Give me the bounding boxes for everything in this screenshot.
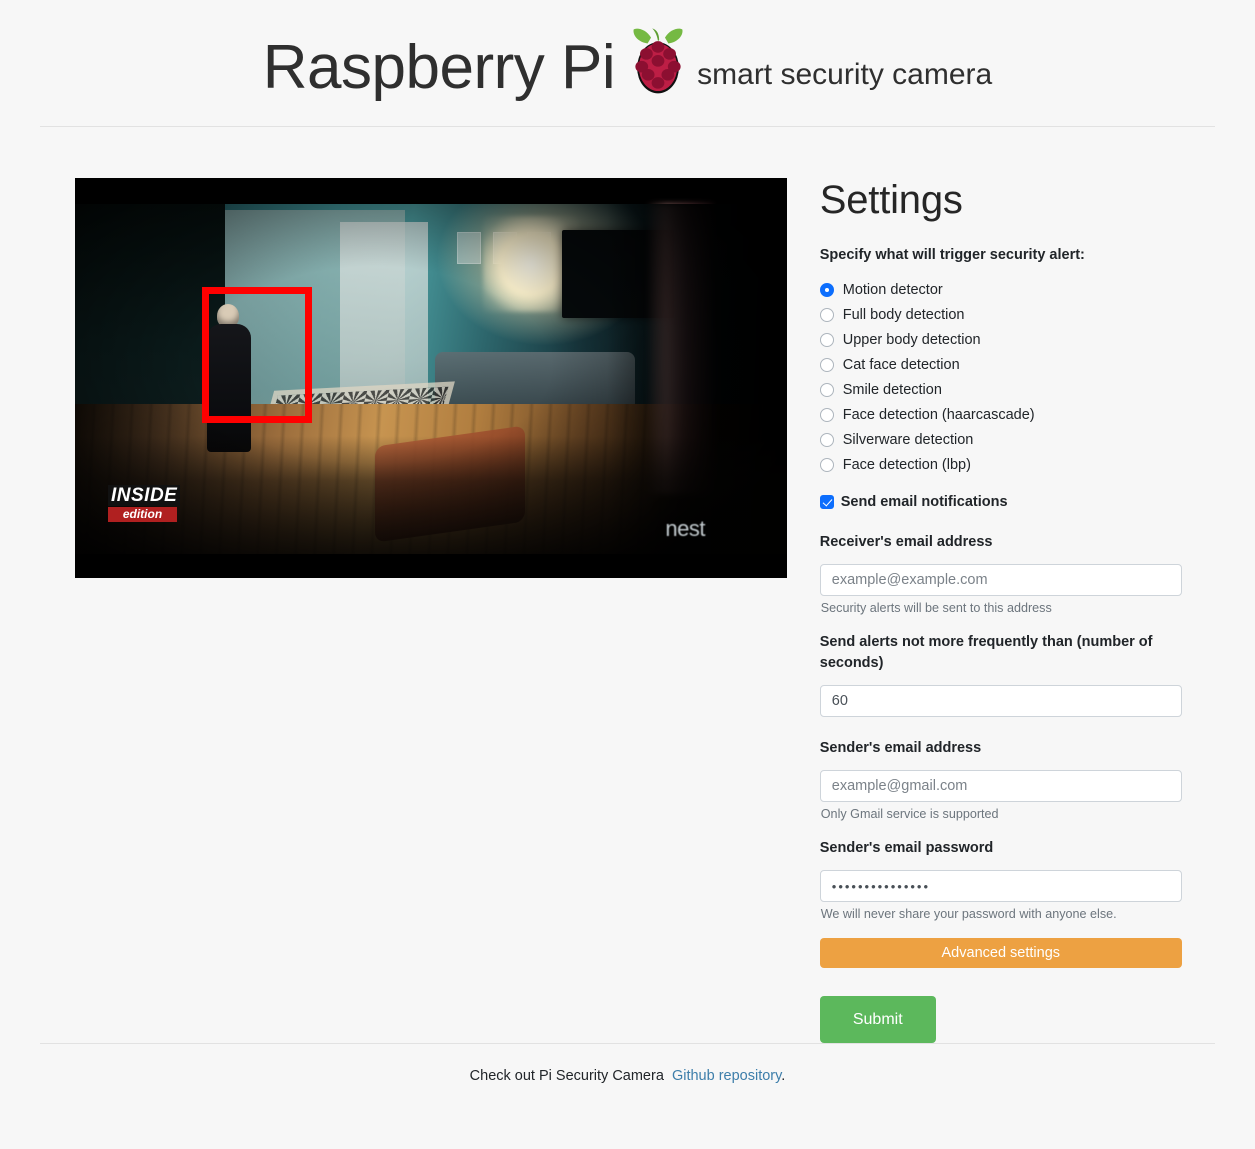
radio-icon[interactable] — [819, 307, 834, 322]
broadcaster-watermark-line1: INSIDE — [108, 485, 181, 506]
radio-icon[interactable] — [819, 432, 834, 447]
radio-option-motion-detector[interactable]: Motion detector — [819, 277, 1215, 302]
page-subtitle: smart security camera — [697, 58, 993, 91]
receiver-email-field — [819, 564, 1215, 597]
receiver-email-label: Receiver's email address — [819, 534, 993, 551]
footer-period: . — [781, 1068, 786, 1084]
radio-label: Motion detector — [842, 281, 943, 298]
page-title: Raspberry Pi — [262, 32, 616, 102]
sender-password-help: We will never share your password with a… — [820, 907, 1117, 922]
sender-email-label: Sender's email address — [819, 740, 982, 757]
trigger-group-label: Specify what will trigger security alert… — [819, 247, 1085, 263]
radio-label: Full body detection — [842, 306, 965, 323]
sender-email-field — [819, 770, 1215, 803]
radio-label: Cat face detection — [842, 356, 960, 373]
sender-email-input[interactable] — [819, 770, 1182, 803]
sender-password-field — [819, 870, 1215, 903]
page-footer: Check out Pi Security Camera Github repo… — [0, 1068, 1255, 1084]
radio-icon[interactable] — [819, 332, 834, 347]
footer-divider — [40, 1043, 1215, 1044]
sender-email-help: Only Gmail service is supported — [820, 807, 999, 822]
settings-column: Settings Specify what will trigger secur… — [797, 178, 1215, 1044]
checkbox-icon[interactable] — [819, 495, 834, 510]
radio-label: Smile detection — [842, 381, 942, 398]
radio-icon[interactable] — [819, 357, 834, 372]
footer-text: Check out Pi Security Camera — [469, 1068, 664, 1084]
header-divider — [40, 126, 1215, 127]
receiver-email-help: Security alerts will be sent to this add… — [820, 601, 1052, 616]
radio-option-face-detection-haarcascade[interactable]: Face detection (haarcascade) — [819, 402, 1215, 427]
radio-icon[interactable] — [819, 282, 834, 297]
radio-option-upper-body-detection[interactable]: Upper body detection — [819, 327, 1215, 352]
radio-option-face-detection-lbp[interactable]: Face detection (lbp) — [819, 452, 1215, 477]
main-content: INSIDE edition nest Settings Specify wha… — [0, 178, 1255, 1044]
brand-block: Raspberry Pi smart security camera — [263, 26, 992, 100]
radio-icon[interactable] — [819, 457, 834, 472]
alert-interval-input[interactable] — [819, 685, 1182, 718]
advanced-settings-button[interactable]: Advanced settings — [819, 938, 1182, 969]
page-root: Raspberry Pi smart security camera INSID… — [0, 0, 1255, 1149]
alert-interval-field — [819, 685, 1215, 718]
camera-feed[interactable]: INSIDE edition nest — [75, 178, 787, 578]
trigger-radio-group: Motion detector Full body detection Uppe… — [819, 277, 1215, 477]
radio-option-smile-detection[interactable]: Smile detection — [819, 377, 1215, 402]
receiver-email-input[interactable] — [819, 564, 1182, 597]
radio-label: Silverware detection — [842, 431, 974, 448]
broadcaster-watermark: INSIDE edition — [108, 485, 182, 522]
settings-heading: Settings — [819, 178, 963, 222]
broadcaster-watermark-line2: edition — [108, 507, 177, 522]
radio-label: Face detection (lbp) — [842, 456, 971, 473]
raspberry-pi-logo-icon — [629, 26, 687, 98]
radio-label: Upper body detection — [842, 331, 981, 348]
camera-column: INSIDE edition nest — [40, 178, 797, 578]
github-repository-link[interactable]: Github repository — [672, 1068, 781, 1084]
alert-interval-label: Send alerts not more frequently than (nu… — [819, 634, 1153, 672]
sender-password-label: Sender's email password — [819, 840, 994, 857]
sender-password-input[interactable] — [819, 870, 1182, 903]
radio-icon[interactable] — [819, 382, 834, 397]
submit-button[interactable]: Submit — [819, 996, 936, 1044]
detection-bounding-box — [202, 287, 312, 423]
page-header: Raspberry Pi smart security camera — [0, 0, 1255, 127]
radio-option-full-body-detection[interactable]: Full body detection — [819, 302, 1215, 327]
radio-label: Face detection (haarcascade) — [842, 406, 1035, 423]
radio-option-cat-face-detection[interactable]: Cat face detection — [819, 352, 1215, 377]
email-notifications-label: Send email notifications — [840, 494, 1008, 511]
device-watermark: nest — [665, 516, 705, 541]
email-notifications-checkbox-row[interactable]: Send email notifications — [819, 494, 1215, 511]
camera-scene: INSIDE edition nest — [75, 204, 787, 554]
radio-icon[interactable] — [819, 407, 834, 422]
radio-option-silverware-detection[interactable]: Silverware detection — [819, 427, 1215, 452]
